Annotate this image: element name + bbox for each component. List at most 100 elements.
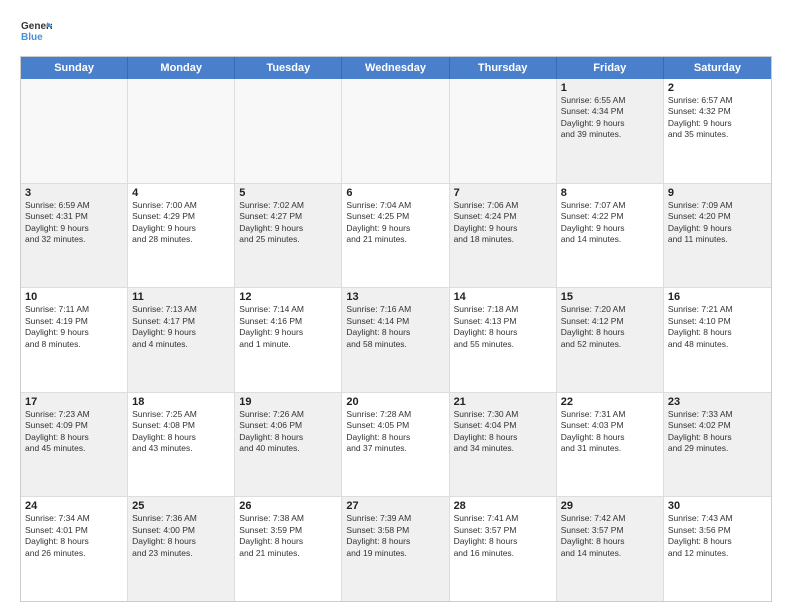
day-number: 27 <box>346 500 444 512</box>
day-number: 26 <box>239 500 337 512</box>
cell-line: Sunrise: 7:20 AM <box>561 304 659 315</box>
cell-line: Daylight: 8 hours <box>132 536 230 547</box>
calendar-row: 10Sunrise: 7:11 AMSunset: 4:19 PMDayligh… <box>21 288 771 393</box>
cell-line: Sunrise: 6:57 AM <box>668 95 767 106</box>
cell-line: and 28 minutes. <box>132 234 230 245</box>
calendar-cell: 21Sunrise: 7:30 AMSunset: 4:04 PMDayligh… <box>450 393 557 497</box>
cell-line: Daylight: 9 hours <box>239 327 337 338</box>
cell-line: and 39 minutes. <box>561 129 659 140</box>
cell-line: Sunrise: 6:59 AM <box>25 200 123 211</box>
calendar-cell: 9Sunrise: 7:09 AMSunset: 4:20 PMDaylight… <box>664 184 771 288</box>
day-number: 23 <box>668 396 767 408</box>
day-number: 18 <box>132 396 230 408</box>
cell-line: Sunset: 3:58 PM <box>346 525 444 536</box>
calendar-cell: 22Sunrise: 7:31 AMSunset: 4:03 PMDayligh… <box>557 393 664 497</box>
cell-line: Sunset: 3:56 PM <box>668 525 767 536</box>
cell-line: Daylight: 8 hours <box>454 327 552 338</box>
calendar-row: 17Sunrise: 7:23 AMSunset: 4:09 PMDayligh… <box>21 393 771 498</box>
cell-line: and 34 minutes. <box>454 443 552 454</box>
cell-line: Sunset: 4:29 PM <box>132 211 230 222</box>
cell-line: Daylight: 9 hours <box>346 223 444 234</box>
day-number: 28 <box>454 500 552 512</box>
calendar-header: SundayMondayTuesdayWednesdayThursdayFrid… <box>21 57 771 79</box>
cell-line: Sunrise: 7:21 AM <box>668 304 767 315</box>
cell-line: Daylight: 9 hours <box>132 223 230 234</box>
cell-line: and 37 minutes. <box>346 443 444 454</box>
day-number: 14 <box>454 291 552 303</box>
cell-line: and 19 minutes. <box>346 548 444 559</box>
calendar-cell <box>450 79 557 183</box>
cell-line: Sunrise: 7:42 AM <box>561 513 659 524</box>
cell-line: Sunset: 4:03 PM <box>561 420 659 431</box>
calendar-cell: 30Sunrise: 7:43 AMSunset: 3:56 PMDayligh… <box>664 497 771 601</box>
cell-line: Sunrise: 7:31 AM <box>561 409 659 420</box>
cell-line: and 48 minutes. <box>668 339 767 350</box>
cell-line: Sunset: 4:14 PM <box>346 316 444 327</box>
cell-line: Sunset: 4:08 PM <box>132 420 230 431</box>
cell-line: Daylight: 8 hours <box>454 536 552 547</box>
calendar-cell: 12Sunrise: 7:14 AMSunset: 4:16 PMDayligh… <box>235 288 342 392</box>
cell-line: and 11 minutes. <box>668 234 767 245</box>
calendar-cell: 2Sunrise: 6:57 AMSunset: 4:32 PMDaylight… <box>664 79 771 183</box>
cell-line: Sunset: 4:27 PM <box>239 211 337 222</box>
calendar-header-cell: Monday <box>128 57 235 79</box>
cell-line: and 45 minutes. <box>25 443 123 454</box>
cell-line: Sunset: 4:13 PM <box>454 316 552 327</box>
calendar-row: 3Sunrise: 6:59 AMSunset: 4:31 PMDaylight… <box>21 184 771 289</box>
cell-line: Sunrise: 7:11 AM <box>25 304 123 315</box>
cell-line: Sunset: 4:00 PM <box>132 525 230 536</box>
day-number: 10 <box>25 291 123 303</box>
day-number: 9 <box>668 187 767 199</box>
calendar-cell: 3Sunrise: 6:59 AMSunset: 4:31 PMDaylight… <box>21 184 128 288</box>
cell-line: Sunrise: 7:25 AM <box>132 409 230 420</box>
cell-line: Sunrise: 7:13 AM <box>132 304 230 315</box>
cell-line: Daylight: 8 hours <box>25 432 123 443</box>
cell-line: Sunset: 4:10 PM <box>668 316 767 327</box>
day-number: 1 <box>561 82 659 94</box>
cell-line: Sunrise: 7:18 AM <box>454 304 552 315</box>
day-number: 20 <box>346 396 444 408</box>
calendar-cell <box>342 79 449 183</box>
cell-line: Sunset: 4:04 PM <box>454 420 552 431</box>
cell-line: Sunset: 4:12 PM <box>561 316 659 327</box>
calendar-header-cell: Wednesday <box>342 57 449 79</box>
cell-line: Daylight: 9 hours <box>668 223 767 234</box>
svg-text:Blue: Blue <box>21 32 43 43</box>
calendar: SundayMondayTuesdayWednesdayThursdayFrid… <box>20 56 772 602</box>
cell-line: Sunset: 4:32 PM <box>668 106 767 117</box>
cell-line: Sunrise: 7:07 AM <box>561 200 659 211</box>
calendar-cell <box>21 79 128 183</box>
cell-line: Daylight: 9 hours <box>454 223 552 234</box>
cell-line: and 32 minutes. <box>25 234 123 245</box>
cell-line: Daylight: 8 hours <box>668 432 767 443</box>
logo: General Blue <box>20 16 52 48</box>
cell-line: Sunset: 4:20 PM <box>668 211 767 222</box>
cell-line: and 58 minutes. <box>346 339 444 350</box>
cell-line: Sunrise: 7:30 AM <box>454 409 552 420</box>
cell-line: Sunset: 4:34 PM <box>561 106 659 117</box>
cell-line: Daylight: 9 hours <box>561 223 659 234</box>
cell-line: and 21 minutes. <box>239 548 337 559</box>
cell-line: Daylight: 8 hours <box>346 432 444 443</box>
cell-line: Daylight: 9 hours <box>239 223 337 234</box>
cell-line: and 55 minutes. <box>454 339 552 350</box>
cell-line: Sunrise: 7:04 AM <box>346 200 444 211</box>
day-number: 4 <box>132 187 230 199</box>
day-number: 17 <box>25 396 123 408</box>
calendar-cell: 13Sunrise: 7:16 AMSunset: 4:14 PMDayligh… <box>342 288 449 392</box>
cell-line: Daylight: 8 hours <box>239 536 337 547</box>
cell-line: Sunset: 4:01 PM <box>25 525 123 536</box>
day-number: 15 <box>561 291 659 303</box>
cell-line: and 1 minute. <box>239 339 337 350</box>
day-number: 11 <box>132 291 230 303</box>
cell-line: and 23 minutes. <box>132 548 230 559</box>
calendar-row: 1Sunrise: 6:55 AMSunset: 4:34 PMDaylight… <box>21 79 771 184</box>
cell-line: Sunrise: 7:39 AM <box>346 513 444 524</box>
calendar-header-cell: Friday <box>557 57 664 79</box>
cell-line: Sunrise: 7:34 AM <box>25 513 123 524</box>
cell-line: Daylight: 8 hours <box>668 536 767 547</box>
cell-line: Daylight: 8 hours <box>668 327 767 338</box>
calendar-row: 24Sunrise: 7:34 AMSunset: 4:01 PMDayligh… <box>21 497 771 601</box>
calendar-cell: 8Sunrise: 7:07 AMSunset: 4:22 PMDaylight… <box>557 184 664 288</box>
cell-line: Daylight: 8 hours <box>561 327 659 338</box>
